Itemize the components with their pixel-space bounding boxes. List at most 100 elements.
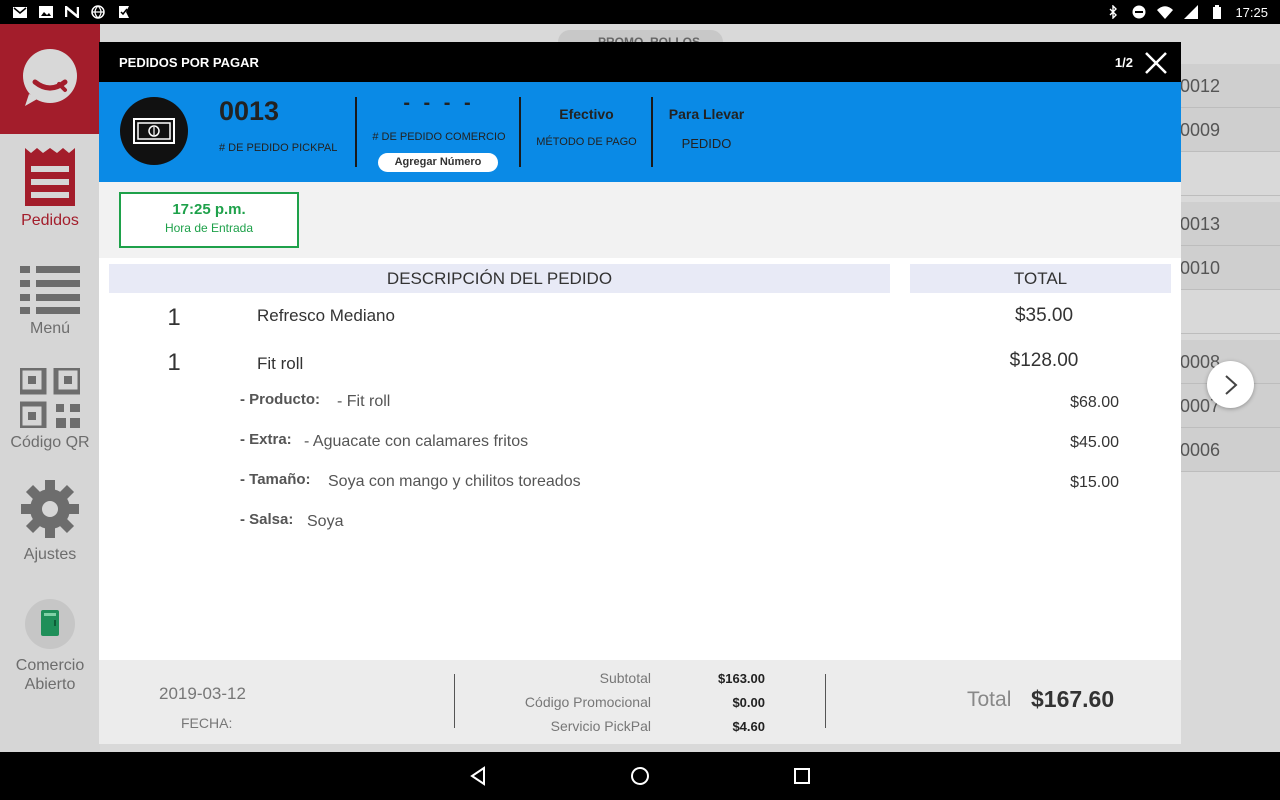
- globe-icon: [90, 5, 106, 19]
- list-item[interactable]: 0012: [1180, 64, 1280, 108]
- divider: [519, 97, 521, 167]
- item-quantity: 1: [167, 349, 181, 376]
- back-triangle-icon: [470, 766, 485, 786]
- check-flag-icon: [116, 5, 132, 19]
- gear-icon: [0, 478, 100, 540]
- sidebar-item-ajustes[interactable]: Ajustes: [0, 478, 100, 564]
- modifier-key: - Producto:: [240, 391, 320, 408]
- modifier-key: - Salsa:: [240, 511, 294, 528]
- home-circle-icon: [631, 767, 649, 785]
- subtotal-label: Subtotal: [599, 670, 651, 686]
- sidebar-item-label: Código QR: [10, 434, 90, 451]
- item-name: Refresco Mediano: [257, 306, 395, 325]
- sidebar-item-comercio-abierto[interactable]: Comercio Abierto: [0, 598, 100, 694]
- promo-code-label: Código Promocional: [524, 694, 651, 710]
- qr-code-icon: [0, 368, 100, 428]
- image-icon: [38, 5, 54, 19]
- modifier-value: Soya con mango y chilitos toreados: [328, 473, 581, 490]
- divider: [651, 97, 653, 167]
- sidebar-item-codigo-qr[interactable]: Código QR: [0, 368, 100, 452]
- home-button[interactable]: [628, 764, 652, 788]
- modifier-key: - Extra:: [240, 431, 292, 448]
- back-button[interactable]: [466, 764, 490, 788]
- gmail-icon: [12, 5, 28, 19]
- entry-time-box: 17:25 p.m. Hora de Entrada: [119, 192, 299, 248]
- sidebar-item-label: Ajustes: [23, 546, 77, 563]
- page-indicator: 1/2: [1114, 54, 1133, 70]
- modifier-value: Soya: [307, 513, 344, 530]
- total-value: $167.60: [1031, 686, 1115, 712]
- status-bar: 17:25: [0, 0, 1280, 24]
- service-fee-label: Servicio PickPal: [550, 718, 651, 734]
- order-type-label: PEDIDO: [681, 136, 732, 151]
- list-item[interactable]: 0010: [1180, 246, 1280, 290]
- list-icon: [0, 264, 100, 314]
- n-app-icon: [64, 5, 80, 19]
- entry-time-label: Hora de Entrada: [164, 221, 254, 235]
- wifi-icon: [1157, 5, 1174, 19]
- sidebar-item-menu[interactable]: Menú: [0, 264, 100, 338]
- next-page-button[interactable]: [1207, 361, 1254, 408]
- entry-time: 17:25 p.m.: [172, 201, 246, 218]
- chat-logo-icon: [23, 49, 77, 106]
- sidebar-item-pedidos[interactable]: Pedidos: [0, 148, 100, 230]
- sidebar-item-label: Pedidos: [21, 212, 79, 229]
- service-fee-value: $4.60: [732, 719, 765, 734]
- receipt-icon: [0, 148, 100, 206]
- list-item[interactable]: 0009: [1180, 108, 1280, 152]
- order-summary-band: 0013 # DE PEDIDO PICKPAL - - - - # DE PE…: [99, 82, 1181, 182]
- signal-icon: [1183, 5, 1199, 19]
- sidebar-item-label: Menú: [29, 320, 71, 337]
- order-date-label: FECHA:: [181, 715, 233, 731]
- modifier-key: - Tamaño:: [240, 471, 311, 488]
- sidebar: Pedidos Menú Código QR Ajustes Comercio …: [0, 24, 100, 752]
- divider: [355, 97, 357, 167]
- commerce-order-label: # DE PEDIDO COMERCIO: [372, 131, 506, 143]
- payment-method-label: MÉTODO DE PAGO: [536, 136, 637, 148]
- cash-payment-icon: [120, 97, 188, 165]
- list-item-spacer: [1180, 290, 1280, 334]
- total-label: Total: [967, 688, 1012, 711]
- do-not-disturb-icon: [1131, 5, 1147, 19]
- list-item[interactable]: 0013: [1180, 202, 1280, 246]
- item-quantity: 1: [167, 304, 181, 331]
- item-price: $128.00: [1009, 350, 1079, 371]
- divider: [454, 674, 455, 728]
- modal-title: PEDIDOS POR PAGAR: [119, 54, 259, 70]
- list-item-spacer: [1180, 152, 1280, 196]
- close-button[interactable]: [1143, 50, 1169, 76]
- recents-button[interactable]: [790, 764, 814, 788]
- list-item[interactable]: 0006: [1180, 428, 1280, 472]
- pickpal-order-number: 0013: [219, 96, 280, 126]
- modifier-price: $45.00: [1070, 434, 1119, 451]
- close-icon: [1145, 52, 1167, 74]
- chevron-right-icon: [1224, 374, 1237, 395]
- add-number-button[interactable]: Agregar Número: [378, 153, 498, 172]
- total-column-header: TOTAL: [910, 264, 1171, 293]
- modifier-price: $68.00: [1070, 394, 1119, 411]
- subtotal-value: $163.00: [718, 671, 765, 686]
- modal-header: PEDIDOS POR PAGAR 1/2: [99, 42, 1181, 82]
- item-name: Fit roll: [257, 354, 304, 373]
- store-open-icon: [0, 598, 100, 650]
- modifier-value: - Aguacate con calamares fritos: [304, 433, 529, 450]
- sidebar-item-label: Comercio Abierto: [15, 657, 85, 693]
- promo-code-value: $0.00: [732, 695, 765, 710]
- recents-square-icon: [794, 768, 810, 784]
- order-type-value: Para Llevar: [668, 106, 745, 122]
- app-logo: [0, 24, 100, 134]
- divider: [825, 674, 826, 728]
- payment-method-value: Efectivo: [559, 106, 614, 122]
- modifier-value: - Fit roll: [337, 393, 391, 410]
- order-totals-footer: 2019-03-12 FECHA: Subtotal $163.00 Códig…: [99, 660, 1181, 744]
- order-date: 2019-03-12: [159, 684, 246, 703]
- status-time: 17:25: [1235, 4, 1268, 20]
- modifier-price: $15.00: [1070, 474, 1119, 491]
- item-price: $35.00: [1014, 305, 1074, 326]
- pickpal-order-label: # DE PEDIDO PICKPAL: [219, 142, 338, 154]
- bluetooth-icon: [1105, 5, 1121, 19]
- battery-icon: [1209, 5, 1225, 19]
- entry-time-strip: 17:25 p.m. Hora de Entrada: [99, 182, 1181, 258]
- order-detail-modal: PEDIDOS POR PAGAR 1/2 0013 # DE PEDIDO P…: [99, 42, 1181, 744]
- description-column-header: DESCRIPCIÓN DEL PEDIDO: [109, 264, 890, 293]
